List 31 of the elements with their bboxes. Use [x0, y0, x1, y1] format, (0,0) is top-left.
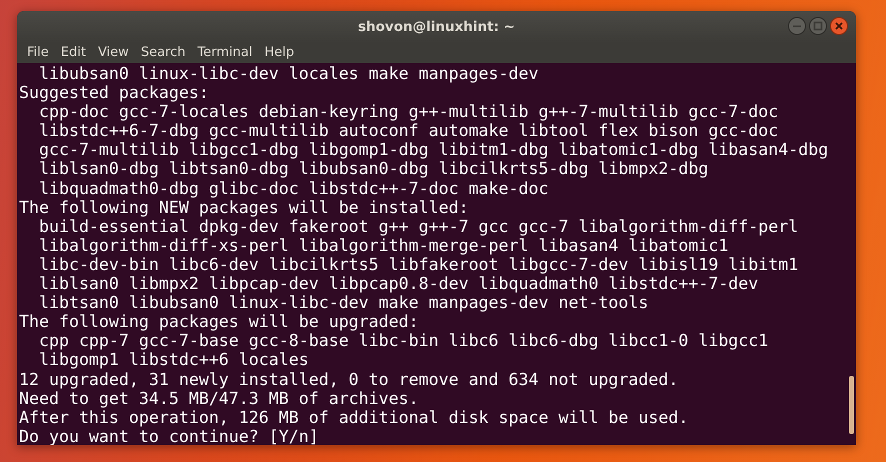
- terminal-line: The following NEW packages will be installed:: [19, 198, 470, 217]
- terminal-line: 12 upgraded, 31 newly installed, 0 to remove and 634 not upgraded.: [19, 370, 680, 389]
- terminal-line: libubsan0 linux-libc-dev locales make manpages-dev: [38, 64, 540, 84]
- terminal-line: libalgorithm-diff-xs-perl libalgorithm-merge-perl libasan4 libatomic1: [38, 236, 728, 255]
- terminal-line: Do you want to continue? [Y/n]: [19, 426, 320, 445]
- terminal-line: After this operation, 126 MB of additional disk space will be used.: [19, 408, 690, 427]
- terminal-line: cpp-doc gcc-7-locales debian-keyring g++-multilib g++-7-multilib gcc-7-doc: [38, 102, 780, 122]
- terminal-line: build-essential dpkg-dev fakeroot g++ g++-7 gcc gcc-7 libalgorithm-diff-perl: [38, 216, 800, 236]
- terminal-line: Need to get 34.5 MB/47.3 MB of archives.: [19, 388, 420, 408]
- terminal-line: Suggested packages:: [19, 83, 210, 102]
- menu-item[interactable]: Search: [134, 45, 192, 60]
- terminal-line: cpp cpp-7 gcc-7-base gcc-8-base libc-bin libc6 libc6-dbg libcc1-0 libgcc1: [38, 331, 770, 350]
- menu-item[interactable]: View: [92, 45, 135, 60]
- menu-item[interactable]: Edit: [54, 45, 92, 60]
- terminal-line: gcc-7-multilib libgcc1-dbg libgomp1-dbg libitm1-dbg libatomic1-dbg libasan4-dbg: [38, 140, 830, 160]
- terminal-line: liblsan0 libmpx2 libpcap-dev libpcap0.8-dev libquadmath0 libstdc++-7-dev: [38, 274, 760, 294]
- terminal-line: liblsan0-dbg libtsan0-dbg libubsan0-dbg libcilkrts5-dbg libmpx2-dbg: [38, 159, 710, 179]
- menu-item[interactable]: Terminal: [191, 45, 258, 60]
- terminal-line: libc-dev-bin libc6-dev libcilkrts5 libfakeroot libgcc-7-dev libisl19 libitm1: [38, 254, 800, 274]
- terminal-line: libquadmath0-dbg glibc-doc libstdc++-7-doc make-doc: [38, 178, 550, 198]
- menu-item[interactable]: Help: [258, 45, 300, 60]
- window-title: shovon@linuxhint: ~: [358, 18, 515, 34]
- scrollbar[interactable]: [849, 376, 854, 434]
- terminal-line: libtsan0 libubsan0 linux-libc-dev make manpages-dev net-tools: [38, 293, 650, 312]
- maximize-icon[interactable]: [809, 17, 827, 35]
- close-icon[interactable]: [830, 17, 848, 35]
- menu-item[interactable]: File: [21, 45, 55, 60]
- minimize-icon[interactable]: [788, 17, 806, 35]
- terminal-line: The following packages will be upgraded:: [19, 312, 420, 332]
- terminal-line: libstdc++6-7-dbg gcc-multilib autoconf automake libtool flex bison gcc-doc: [38, 121, 780, 140]
- terminal-line: libgomp1 libstdc++6 locales: [38, 350, 310, 370]
